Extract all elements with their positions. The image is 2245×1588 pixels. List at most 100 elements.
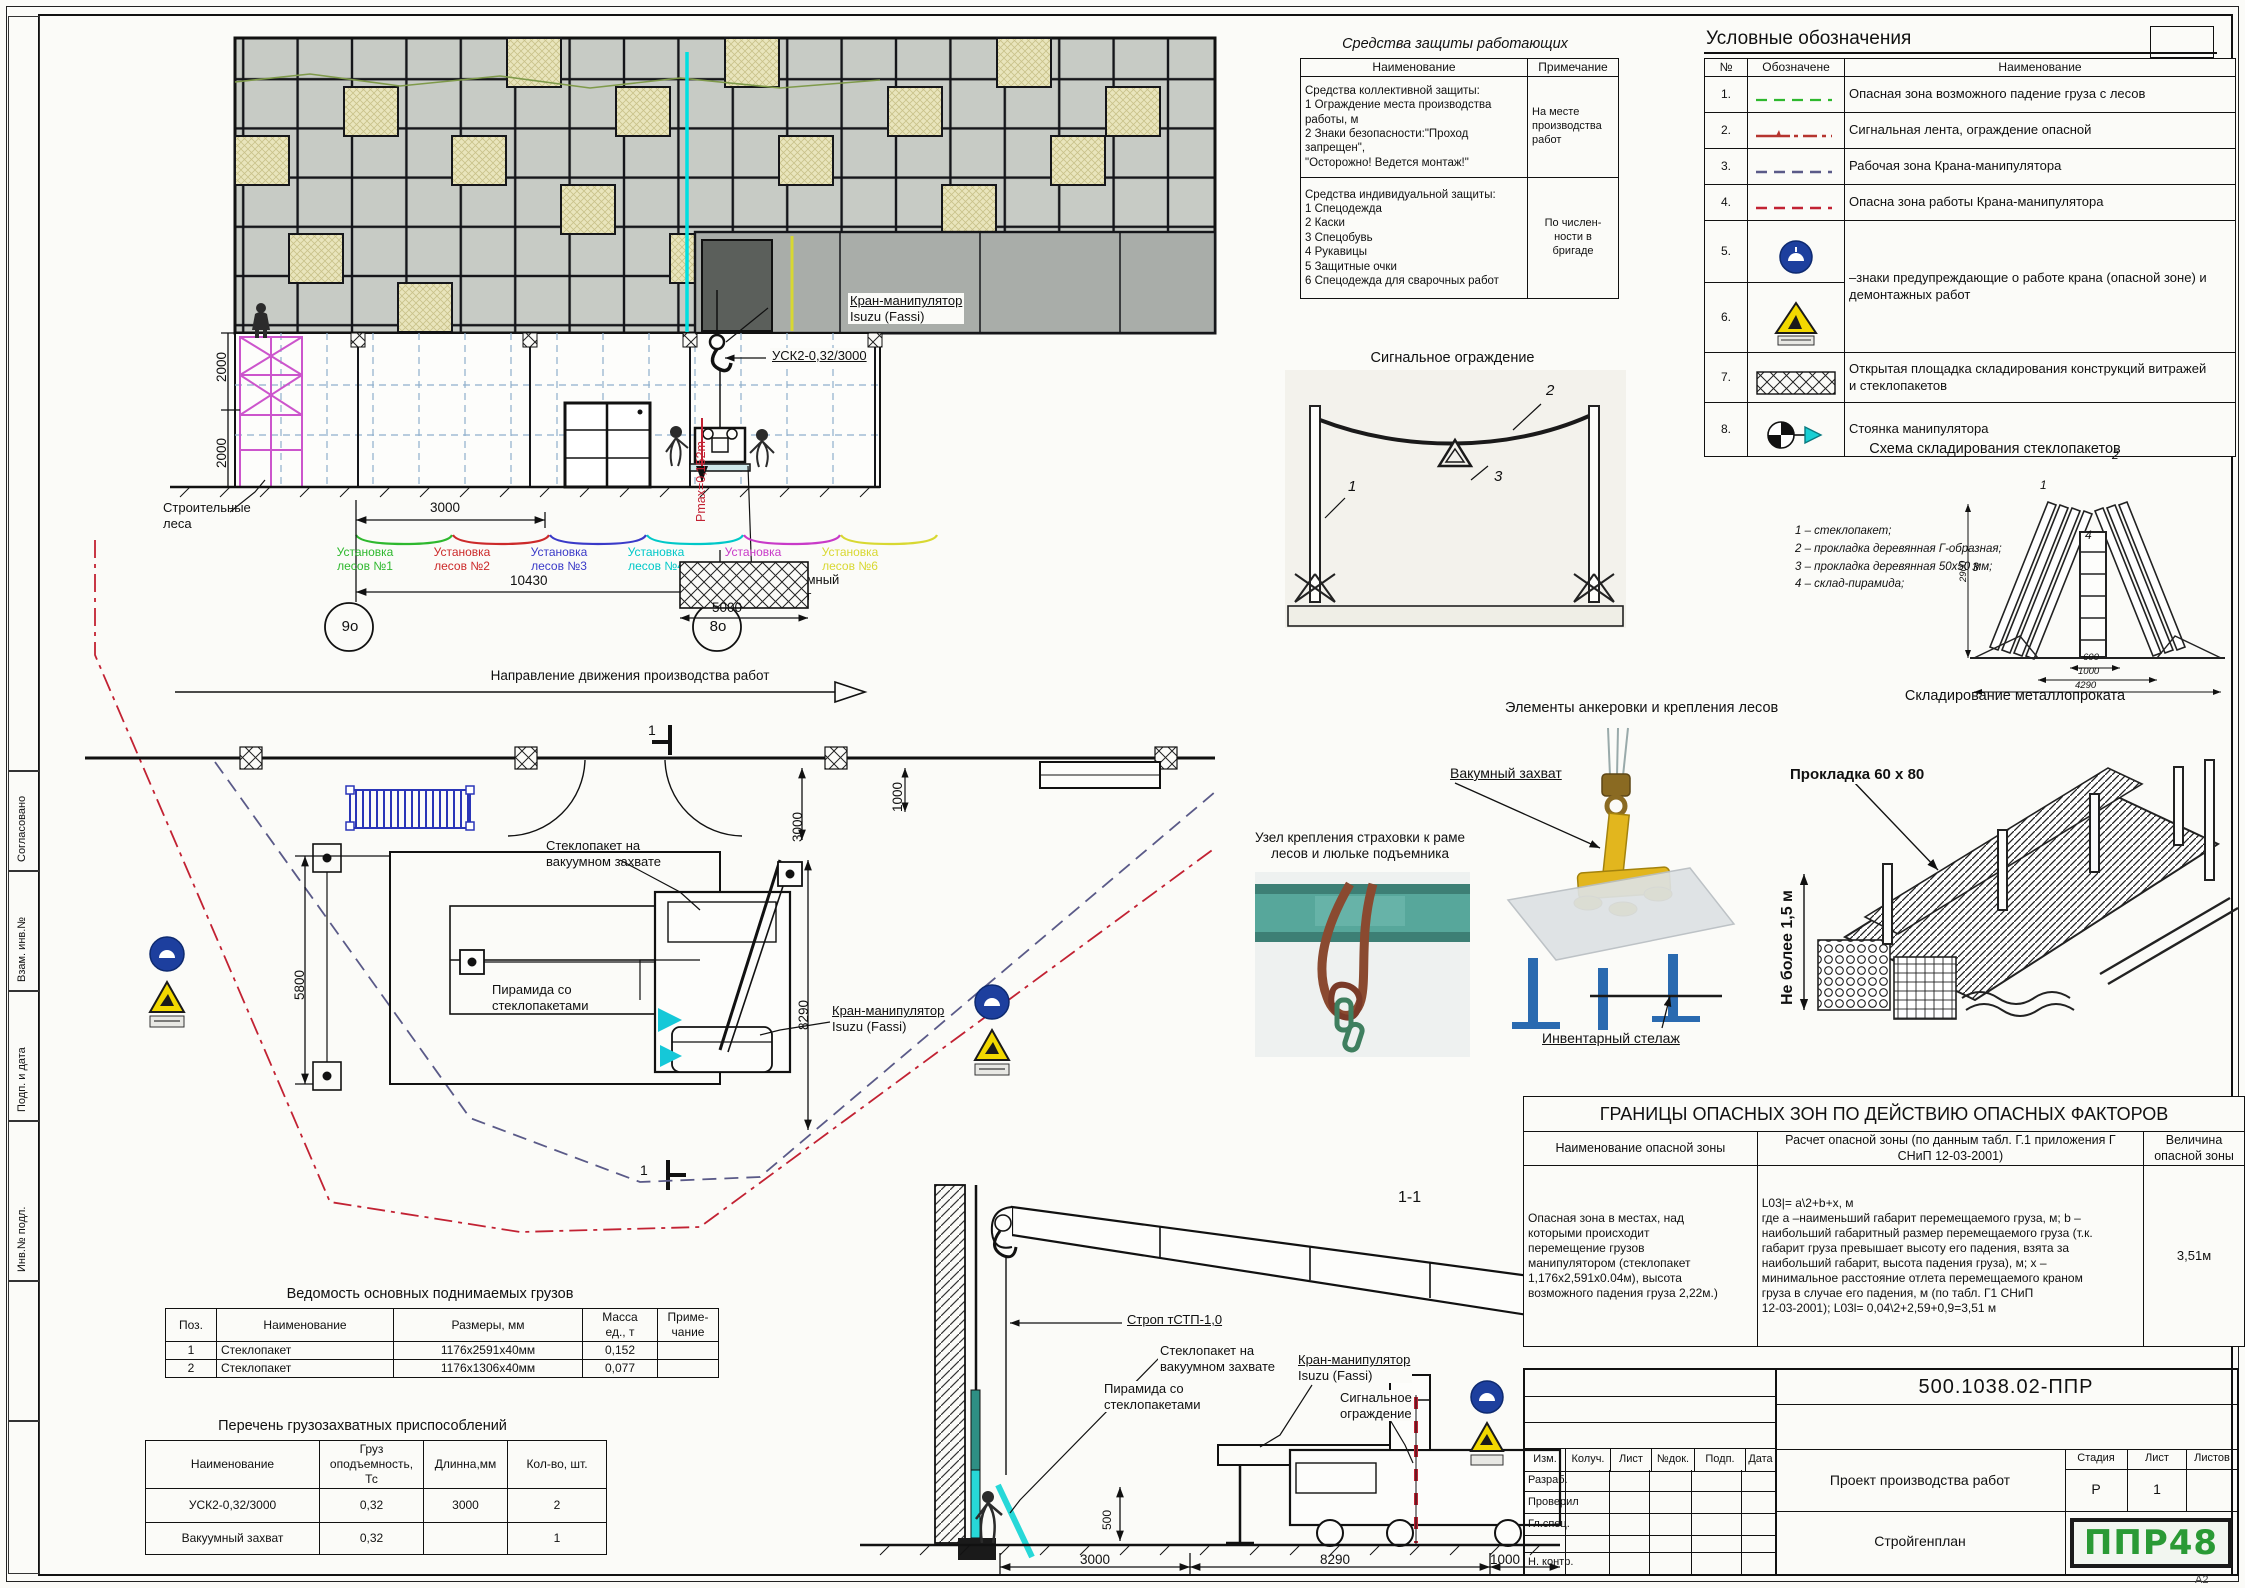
legend-title-rule bbox=[1704, 52, 2217, 54]
section-dim-3000: 3000 bbox=[1080, 1552, 1110, 1568]
legend-name-3: Рабочая зона Крана-манипулятора bbox=[1845, 149, 2236, 185]
tb-col-list: Лист bbox=[1611, 1449, 1652, 1471]
loads-h-size: Размеры, мм bbox=[394, 1309, 583, 1342]
legend-name-1: Опасная зона возможного падение груза с … bbox=[1845, 77, 2236, 113]
loads-r1-size: 1176х2591х40мм bbox=[394, 1342, 583, 1360]
loads-r2-note bbox=[658, 1360, 719, 1378]
loads-table: Поз. Наименование Размеры, мм Масса ед.,… bbox=[165, 1308, 719, 1378]
warning-signs-plan-center bbox=[975, 985, 1009, 1075]
rigging-r1-length: 3000 bbox=[424, 1489, 508, 1523]
strap-node-photo bbox=[1255, 872, 1470, 1057]
table-row: Вакуумный захват 0,32 1 bbox=[146, 1523, 607, 1555]
tb-razrab: Разраб. bbox=[1525, 1470, 1775, 1492]
scaffold-label: Строительные леса bbox=[163, 500, 251, 531]
dim-1000-plan-label: 1000 bbox=[890, 782, 906, 812]
entrance-door bbox=[565, 403, 650, 487]
dim-5800-label: 5800 bbox=[292, 970, 308, 1000]
legend-symbol-helmet-sign-icon bbox=[1748, 221, 1845, 283]
section-dim-500: 500 bbox=[1100, 1510, 1114, 1530]
glass-storage-callout-2: 2 bbox=[2112, 448, 2119, 462]
tb-glspec: Гл.спец. bbox=[1525, 1514, 1775, 1536]
tb-col-ndok: №док. bbox=[1652, 1449, 1695, 1471]
dim-5800 bbox=[295, 856, 390, 1084]
legend-name-4: Опасна зона работы Крана-манипулятора bbox=[1845, 185, 2236, 221]
rigging-h-qty: Кол-во, шт. bbox=[508, 1441, 607, 1489]
table-row: 1 Стеклопакет 1176х2591х40мм 0,152 bbox=[166, 1342, 719, 1360]
title-block: Изм. Колуч. Лист №док. Подп. Дата Разраб… bbox=[1523, 1368, 2239, 1576]
legend-num-7: 7. bbox=[1705, 353, 1748, 403]
metal-height-label: Не более 1,5 м bbox=[1778, 890, 1797, 1005]
loads-r2-pos: 2 bbox=[166, 1360, 217, 1378]
tb-sheets-value bbox=[2187, 1469, 2237, 1511]
legend-num-8: 8. bbox=[1705, 403, 1748, 457]
metal-spacer-label: Прокладка 60 x 80 bbox=[1788, 766, 1926, 784]
plan-glass-label: Стеклопакет на вакуумном захвате bbox=[546, 838, 661, 869]
side-strip-box4 bbox=[8, 1280, 40, 1422]
plan-drawing bbox=[80, 530, 1240, 1250]
section-dim-8290: 8290 bbox=[1320, 1552, 1350, 1568]
side-strip-box2-label: Подп. и дата bbox=[16, 1047, 28, 1112]
tb-col-izm: Изм. bbox=[1525, 1449, 1566, 1471]
ground-line bbox=[170, 487, 880, 497]
legend-symbol-work-zone bbox=[1748, 149, 1845, 185]
loads-h-pos: Поз. bbox=[166, 1309, 217, 1342]
sling-label: УСК2-0,32/3000 bbox=[770, 348, 869, 364]
section-glass-label: Стеклопакет на вакуумном захвате bbox=[1158, 1343, 1277, 1374]
loads-r2-mass: 0,077 bbox=[583, 1360, 658, 1378]
section-boom bbox=[992, 1207, 1560, 1475]
dim-3000-plan-label: 3000 bbox=[790, 812, 806, 842]
legend-symbol-signal-tape bbox=[1748, 113, 1845, 149]
protection-individual: Средства индивидуальной защиты: 1 Спецод… bbox=[1301, 178, 1528, 299]
crane-truck-plan bbox=[460, 860, 802, 1072]
signal-fence-title: Сигнальное ограждение bbox=[1280, 350, 1625, 367]
dim-2000-bottom: 2000 bbox=[214, 438, 230, 468]
glass-storage-dim-1000: 1000 bbox=[2078, 666, 2099, 677]
protection-table: Наименование Примечание Средства коллект… bbox=[1300, 58, 1619, 299]
section-mark-bottom: 1 bbox=[640, 1162, 648, 1179]
protection-individual-note: По числен- ности в бригаде bbox=[1528, 178, 1619, 299]
anchoring-title: Элементы анкеровки и крепления лесов bbox=[1505, 700, 1778, 717]
plan-wall bbox=[85, 747, 1215, 836]
legend-num-1: 1. bbox=[1705, 77, 1748, 113]
fence-callout-1: 1 bbox=[1348, 478, 1356, 496]
section-crane-label: Кран-манипуляторIsuzu (Fassi) bbox=[1296, 1352, 1412, 1383]
open-storage-area bbox=[680, 562, 808, 608]
tb-stage-h: Стадия bbox=[2065, 1449, 2128, 1469]
loads-r2-size: 1176х1306х40мм bbox=[394, 1360, 583, 1378]
danger-zone-calc: L03|= a\2+b+х, м где а –наименьший габар… bbox=[1757, 1166, 2143, 1347]
loads-r1-mass: 0,152 bbox=[583, 1342, 658, 1360]
glass-sheet bbox=[1508, 868, 1734, 960]
protection-collective-note: На месте производства работ bbox=[1528, 77, 1619, 178]
tb-sheet-value: 1 bbox=[2128, 1469, 2187, 1511]
rigging-r1-capacity: 0,32 bbox=[320, 1489, 424, 1523]
danger-zone-red bbox=[95, 540, 1215, 1232]
loads-r1-note bbox=[658, 1342, 719, 1360]
legend-table: № Обозначене Наименование 1. Опасная зон… bbox=[1704, 58, 2236, 457]
danger-h-calc: Расчет опасной зоны (по данным табл. Г.1… bbox=[1757, 1132, 2143, 1166]
plan-crane-line1: Кран-манипулятор bbox=[832, 1003, 944, 1018]
tb-proveril: Проверил bbox=[1525, 1492, 1775, 1514]
legend-symbol-danger-zone bbox=[1748, 185, 1845, 221]
legend-num-6: 6. bbox=[1705, 283, 1748, 353]
glass-storage-callout-3: 3 bbox=[1972, 560, 1979, 574]
legend-num-3: 3. bbox=[1705, 149, 1748, 185]
section-crane-line1: Кран-манипулятор bbox=[1298, 1352, 1410, 1367]
legend-name-2: Сигнальная лента, ограждение опасной bbox=[1845, 113, 2236, 149]
dim-3000-label: 3000 bbox=[430, 500, 460, 516]
protection-col-name: Наименование bbox=[1301, 59, 1528, 77]
legend-col-name: Наименование bbox=[1845, 59, 2236, 77]
tb-col-koluch: Колуч. bbox=[1566, 1449, 1611, 1471]
side-strip-box1-label: Взам. инв.№ bbox=[16, 917, 28, 982]
rigging-r2-capacity: 0,32 bbox=[320, 1523, 424, 1555]
storage-fence bbox=[346, 786, 474, 830]
tb-sheet-h: Лист bbox=[2128, 1449, 2187, 1469]
dim-2000-top: 2000 bbox=[214, 352, 230, 382]
danger-h-value: Величина опасной зоны bbox=[2144, 1132, 2245, 1166]
anchoring-rack-label: Инвентарный стелаж bbox=[1540, 1030, 1682, 1047]
danger-table-title: ГРАНИЦЫ ОПАСНЫХ ЗОН ПО ДЕЙСТВИЮ ОПАСНЫХ … bbox=[1524, 1097, 2245, 1132]
rigging-table: Наименование Груз оподъемность, Тс Длинн… bbox=[145, 1440, 607, 1555]
loads-r2-name: Стеклопакет bbox=[217, 1360, 394, 1378]
tb-sheets-h: Листов bbox=[2187, 1449, 2237, 1469]
tb-project: Проект производства работ bbox=[1775, 1449, 2065, 1512]
plan-crane-line2: Isuzu (Fassi) bbox=[832, 1019, 906, 1034]
